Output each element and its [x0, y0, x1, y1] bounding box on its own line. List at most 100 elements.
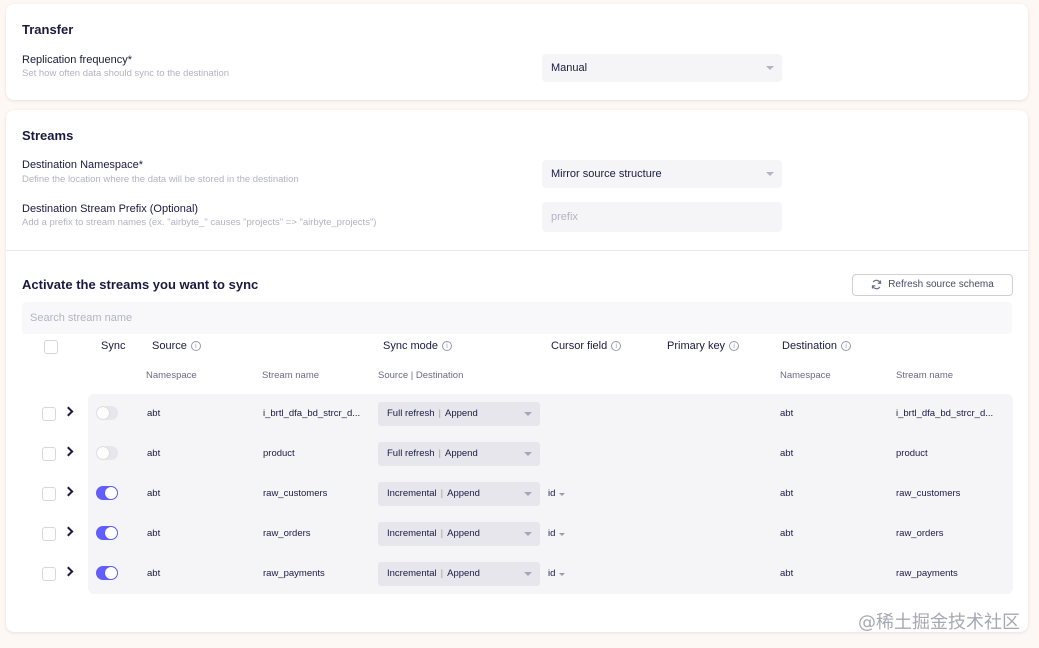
cursor-field-value: id	[548, 528, 556, 539]
mode-separator: |	[440, 528, 444, 539]
info-icon[interactable]: i	[442, 341, 453, 351]
table-row: abt product Full refresh | Append abt prod…	[6, 434, 1028, 474]
sync-mode-header: Sync mode i	[383, 340, 453, 352]
watermark: @稀土掘金技术社区	[858, 612, 1020, 633]
sync-mode-select[interactable]: Incremental | Append	[378, 482, 540, 506]
row-namespace: abt	[147, 568, 161, 579]
sync-mode-destination: Append	[447, 568, 480, 579]
sync-toggle[interactable]	[96, 486, 118, 500]
dest-namespace-subheader: Namespace	[780, 370, 831, 381]
chevron-right-icon[interactable]	[63, 406, 74, 417]
sync-mode-header-label: Sync mode	[383, 340, 439, 352]
row-stream-name: raw_orders	[263, 528, 311, 539]
row-dest-namespace: abt	[780, 568, 794, 579]
sync-mode-destination: Append	[447, 488, 480, 499]
primary-key-header-label: Primary key	[667, 340, 726, 352]
info-icon[interactable]: i	[611, 341, 622, 351]
stream-prefix-input[interactable]: prefix	[542, 202, 782, 232]
chevron-down-icon	[559, 493, 566, 496]
table-row: abt raw_payments Incremental | Append id a…	[6, 554, 1028, 594]
cursor-field-select[interactable]: id	[548, 488, 566, 499]
row-dest-namespace: abt	[780, 448, 794, 459]
sync-mode-select[interactable]: Full refresh | Append	[378, 442, 540, 466]
chevron-right-icon[interactable]	[63, 566, 74, 577]
source-destination-subheader: Source | Destination	[378, 370, 464, 381]
namespace-subheader: Namespace	[146, 370, 197, 381]
row-checkbox[interactable]	[42, 487, 56, 501]
sync-mode-source: Full refresh	[387, 408, 435, 419]
toggle-knob	[105, 527, 117, 539]
sync-toggle[interactable]	[96, 566, 118, 580]
sync-mode-select[interactable]: Incremental | Append	[378, 522, 540, 546]
transfer-title: Transfer	[22, 22, 74, 37]
replication-frequency-value: Manual	[551, 62, 588, 74]
replication-frequency-label: Replication frequency*	[22, 54, 133, 66]
toggle-knob	[105, 567, 117, 579]
select-all-checkbox[interactable]	[44, 340, 58, 354]
chevron-down-icon	[524, 492, 532, 496]
row-checkbox[interactable]	[42, 527, 56, 541]
search-stream-placeholder: Search stream name	[30, 312, 133, 324]
chevron-right-icon[interactable]	[63, 486, 74, 497]
row-dest-namespace: abt	[780, 528, 794, 539]
destination-header: Destination i	[782, 340, 852, 352]
refresh-icon	[872, 279, 882, 290]
row-checkbox[interactable]	[42, 407, 56, 421]
primary-key-header: Primary key i	[667, 340, 740, 352]
sync-toggle[interactable]	[96, 446, 118, 460]
cursor-field-value: id	[548, 568, 556, 579]
cursor-field-header-label: Cursor field	[551, 340, 608, 352]
activate-streams-title: Activate the streams you want to sync	[22, 277, 259, 292]
row-dest-stream-name: i_brtl_dfa_bd_strcr_d...	[896, 408, 994, 419]
cursor-field-header: Cursor field i	[551, 340, 622, 352]
row-dest-stream-name: raw_customers	[896, 488, 961, 499]
sync-toggle[interactable]	[96, 406, 118, 420]
info-icon[interactable]: i	[729, 341, 740, 351]
row-namespace: abt	[147, 488, 161, 499]
destination-namespace-select[interactable]: Mirror source structure	[542, 160, 782, 188]
sync-mode-select[interactable]: Full refresh | Append	[378, 402, 540, 426]
cursor-field-select[interactable]: id	[548, 568, 566, 579]
table-row: abt raw_orders Incremental | Append id abt…	[6, 514, 1028, 554]
chevron-down-icon	[524, 412, 532, 416]
search-stream-input[interactable]: Search stream name	[22, 302, 1012, 334]
stream-prefix-hint: Add a prefix to stream names (ex. "airby…	[22, 217, 377, 228]
sync-mode-select[interactable]: Incremental | Append	[378, 562, 540, 586]
stream-name-subheader: Stream name	[262, 370, 320, 381]
mode-separator: |	[440, 568, 444, 579]
row-stream-name: product	[263, 448, 295, 459]
replication-frequency-select[interactable]: Manual	[542, 54, 782, 82]
chevron-right-icon[interactable]	[63, 526, 74, 537]
destination-header-label: Destination	[782, 340, 838, 352]
table-row: abt raw_customers Incremental | Append id …	[6, 474, 1028, 514]
toggle-knob	[105, 487, 117, 499]
info-icon[interactable]: i	[841, 341, 852, 351]
sync-mode-source: Incremental	[387, 528, 437, 539]
chevron-right-icon[interactable]	[63, 446, 74, 457]
row-checkbox[interactable]	[42, 567, 56, 581]
mode-separator: |	[438, 448, 441, 459]
source-header: Source i	[152, 340, 201, 352]
sync-mode-destination: Append	[444, 448, 478, 459]
chevron-down-icon	[766, 66, 774, 70]
mode-separator: |	[440, 488, 444, 499]
chevron-down-icon	[524, 452, 532, 456]
sync-mode-destination: Append	[444, 408, 478, 419]
toggle-knob	[97, 447, 109, 459]
refresh-source-schema-button[interactable]: Refresh source schema	[852, 274, 1013, 296]
dest-stream-name-subheader: Stream name	[896, 370, 954, 381]
chevron-down-icon	[766, 172, 774, 176]
info-icon[interactable]: i	[190, 341, 201, 351]
row-checkbox[interactable]	[42, 447, 56, 461]
cursor-field-select[interactable]: id	[548, 528, 566, 539]
row-dest-stream-name: product	[896, 448, 928, 459]
sync-mode-source: Incremental	[387, 568, 437, 579]
mode-separator: |	[438, 408, 441, 419]
replication-frequency-hint: Set how often data should sync to the de…	[22, 68, 230, 79]
chevron-down-icon	[559, 573, 566, 576]
sync-mode-source: Incremental	[387, 488, 437, 499]
row-dest-namespace: abt	[780, 488, 794, 499]
section-divider	[6, 250, 1028, 251]
sync-toggle[interactable]	[96, 526, 118, 540]
row-namespace: abt	[147, 528, 161, 539]
